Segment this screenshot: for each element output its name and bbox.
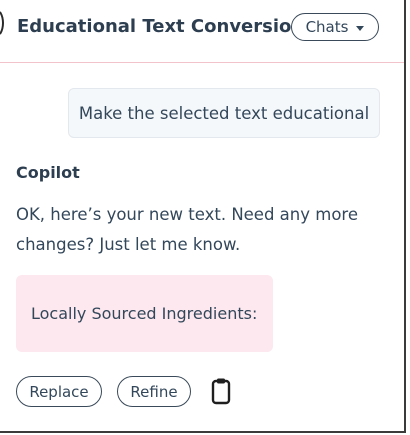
generated-text-card: Locally Sourced Ingredients: — [16, 275, 273, 352]
assistant-name: Copilot — [16, 163, 80, 182]
chevron-down-icon — [356, 25, 365, 31]
copilot-panel: Educational Text Conversion Chats Make t… — [0, 0, 406, 433]
page-title: Educational Text Conversion — [17, 16, 305, 37]
user-message-text: Make the selected text educational — [78, 103, 370, 123]
replace-button[interactable]: Replace — [16, 376, 102, 407]
refine-button[interactable]: Refine — [117, 376, 191, 407]
clipboard-icon[interactable] — [208, 377, 234, 405]
chats-dropdown-button[interactable]: Chats — [291, 13, 379, 41]
user-message-bubble: Make the selected text educational — [68, 88, 380, 138]
generated-text: Locally Sourced Ingredients: — [31, 304, 258, 323]
assistant-message: OK, here’s your new text. Need any more … — [16, 205, 358, 254]
panel-header: Educational Text Conversion Chats — [0, 0, 404, 63]
chats-button-label: Chats — [305, 18, 349, 36]
